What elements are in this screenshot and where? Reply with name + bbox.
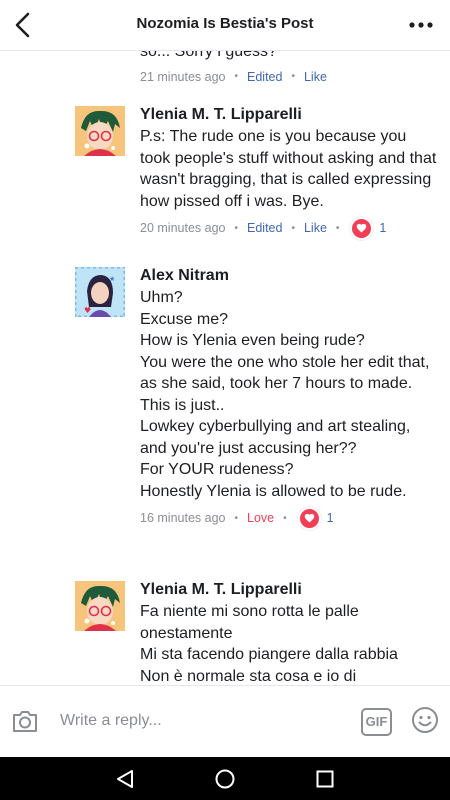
comment-meta: 20 minutes ago • Edited • Like • 1 <box>140 216 440 240</box>
svg-text:★: ★ <box>109 275 115 283</box>
post-header: Nozomia Is Bestia's Post <box>0 0 450 51</box>
page-title: Nozomia Is Bestia's Post <box>136 15 314 32</box>
heart-icon <box>297 506 321 530</box>
back-arrow-icon <box>15 12 30 38</box>
reply-composer: GIF <box>0 685 450 758</box>
comment-author[interactable]: Ylenia M. T. Lipparelli <box>140 106 440 124</box>
comment-text: P.s: The rude one is you because you too… <box>140 128 437 210</box>
comment-meta: 21 minutes ago • Edited • Like <box>140 69 327 84</box>
comment-author[interactable]: Alex Nitram <box>140 267 440 285</box>
circle-home-icon <box>215 769 235 789</box>
camera-icon <box>13 711 37 732</box>
comment-timestamp: 20 minutes ago <box>140 221 226 235</box>
emoji-button[interactable] <box>410 705 440 735</box>
reaction-summary[interactable]: 1 <box>297 506 334 530</box>
gif-button[interactable]: GIF <box>361 708 392 736</box>
avatar[interactable]: ♥ ★ <box>75 267 125 317</box>
comment-text: Uhm? Excuse me? How is Ylenia even being… <box>140 289 430 500</box>
comment-author[interactable]: Ylenia M. T. Lipparelli <box>140 581 440 599</box>
comment-text: so... Sorry i guess? <box>140 50 277 60</box>
more-options-button[interactable] <box>406 12 436 38</box>
square-recents-icon <box>316 770 334 788</box>
smiley-icon <box>412 707 438 733</box>
edited-link[interactable]: Edited <box>247 70 282 84</box>
like-button[interactable]: Like <box>304 70 327 84</box>
edited-link[interactable]: Edited <box>247 221 282 235</box>
more-dots-icon <box>409 22 433 28</box>
back-button[interactable] <box>8 8 42 42</box>
svg-text:♥: ♥ <box>84 306 91 315</box>
reaction-summary[interactable]: 1 <box>350 216 387 240</box>
heart-icon <box>350 216 374 240</box>
nav-home-button[interactable] <box>213 767 237 791</box>
avatar[interactable] <box>75 106 125 156</box>
love-reaction-button[interactable]: Love <box>247 511 274 525</box>
nav-back-button[interactable] <box>113 767 137 791</box>
camera-button[interactable] <box>10 706 40 736</box>
comment-timestamp: 21 minutes ago <box>140 69 226 84</box>
avatar[interactable] <box>75 581 125 631</box>
reaction-count: 1 <box>326 511 334 525</box>
system-navigation-bar <box>0 757 450 800</box>
comment-text: Fa niente mi sono rotta le palle onestam… <box>140 603 398 685</box>
reaction-count: 1 <box>379 221 387 235</box>
comment-meta: 16 minutes ago • Love • 1 <box>140 506 440 530</box>
comment-timestamp: 16 minutes ago <box>140 511 226 525</box>
comments-thread: so... Sorry i guess? 21 minutes ago • Ed… <box>0 50 450 685</box>
triangle-back-icon <box>117 770 133 788</box>
reply-input[interactable] <box>60 710 340 732</box>
like-button[interactable]: Like <box>304 221 327 235</box>
nav-recents-button[interactable] <box>313 767 337 791</box>
